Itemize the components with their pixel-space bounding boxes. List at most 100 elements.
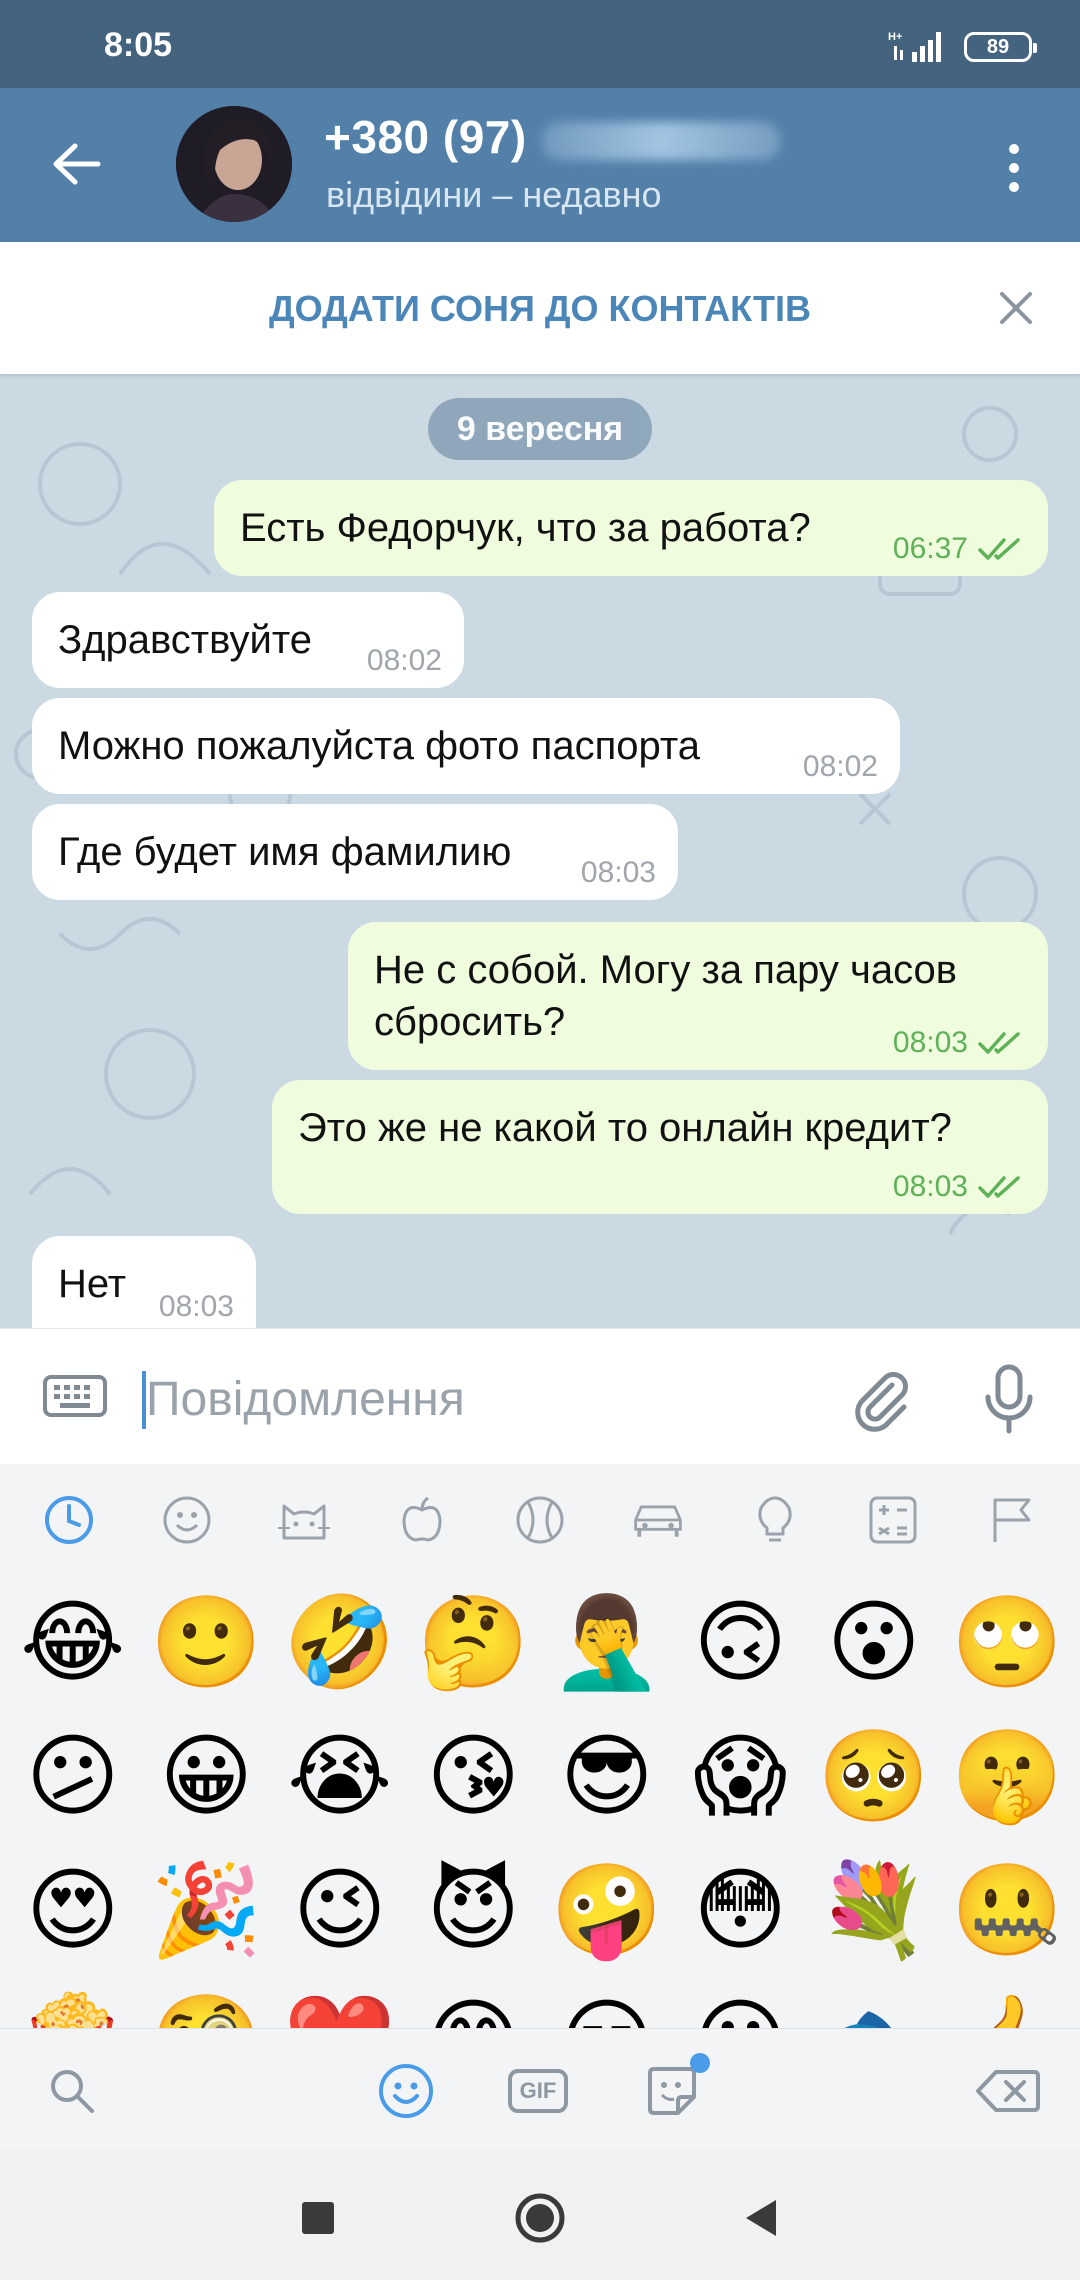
message-input[interactable] — [146, 1365, 826, 1433]
microphone-icon[interactable] — [974, 1363, 1044, 1435]
message-time: 08:03 — [580, 856, 656, 889]
message-bubble-outgoing[interactable]: Это же не какой то онлайн кредит? 08:03 — [272, 1080, 1048, 1214]
emoji-item[interactable]: 🤦‍♂️ — [547, 1593, 667, 1693]
message-meta: 08:03 — [159, 1292, 234, 1322]
emoji-item[interactable]: 💐 — [814, 1861, 934, 1961]
emoji-item[interactable]: 😳 — [680, 1861, 800, 1961]
emoji-item[interactable]: 😀 — [146, 1727, 266, 1827]
emoji-grid: 😂 🙂 🤣 🤔 🤦‍♂️ 🙃 😮 🙄 😕 😀 😭 😘 😎 😱 🥺 🤫 😍 🎉 😉… — [0, 1576, 1080, 2031]
more-menu-button[interactable] — [990, 132, 1038, 204]
emoji-item[interactable]: 🤫 — [947, 1727, 1067, 1827]
emoji-item[interactable]: 🐟 — [814, 1992, 934, 2031]
double-check-icon — [978, 1032, 1020, 1054]
notification-dot — [690, 2053, 710, 2073]
emoji-item[interactable]: 😎 — [547, 1727, 667, 1827]
emoji-item[interactable]: 😊 — [413, 1992, 533, 2031]
keyboard-icon[interactable] — [42, 1369, 108, 1423]
back-button[interactable] — [40, 128, 112, 200]
message-bubble-outgoing[interactable]: Не с собой. Могу за пару часов сбросить?… — [348, 922, 1048, 1070]
emoji-item[interactable]: 😉 — [280, 1861, 400, 1961]
arrow-left-icon — [53, 143, 101, 185]
emoji-tab-icon[interactable] — [374, 2059, 438, 2123]
ball-icon[interactable] — [512, 1492, 568, 1548]
add-contact-button[interactable]: ДОДАТИ СОНЯ ДО КОНТАКТІВ — [0, 288, 1080, 330]
smiley-icon[interactable] — [159, 1492, 215, 1548]
flag-icon[interactable] — [983, 1492, 1039, 1548]
emoji-item[interactable]: 🙄 — [947, 1593, 1067, 1693]
emoji-item[interactable]: 🎉 — [146, 1861, 266, 1961]
peer-phone: +380 (97) — [324, 111, 527, 163]
sticker-icon[interactable] — [640, 2053, 710, 2123]
message-time: 08:03 — [892, 1170, 968, 1203]
emoji-item[interactable]: 😱 — [680, 1727, 800, 1827]
emoji-item[interactable]: 😭 — [280, 1727, 400, 1827]
emoji-row: 🍿 🧐 ❤️ 😊 😏 😶 🐟 👍 — [0, 1978, 1080, 2031]
emoji-item[interactable]: 🤪 — [547, 1861, 667, 1961]
message-time: 06:37 — [892, 532, 968, 565]
emoji-item[interactable]: 🙂 — [146, 1593, 266, 1693]
chat-header: +380 (97) відвідини – недавно — [0, 88, 1080, 242]
message-bubble-outgoing[interactable]: Есть Федорчук, что за работа? 06:37 — [214, 480, 1048, 576]
message-time: 08:03 — [892, 1026, 968, 1059]
recent-icon[interactable] — [41, 1492, 97, 1548]
peer-name[interactable]: +380 (97) — [324, 110, 781, 164]
message-meta: 08:02 — [803, 752, 878, 782]
message-bubble-incoming[interactable]: Можно пожалуйста фото паспорта 08:02 — [32, 698, 900, 794]
emoji-item[interactable]: 🤣 — [280, 1593, 400, 1693]
double-check-icon — [978, 538, 1020, 560]
close-icon[interactable] — [994, 286, 1038, 330]
avatar[interactable] — [176, 106, 292, 222]
emoji-item[interactable]: 😂 — [13, 1593, 133, 1693]
date-separator: 9 вересня — [428, 398, 652, 460]
search-icon[interactable] — [40, 2059, 104, 2123]
emoji-item[interactable]: 😘 — [413, 1727, 533, 1827]
backspace-icon[interactable] — [976, 2059, 1040, 2123]
symbols-icon[interactable] — [865, 1492, 921, 1548]
emoji-row: 😕 😀 😭 😘 😎 😱 🥺 🤫 — [0, 1710, 1080, 1844]
emoji-item[interactable]: 🤐 — [947, 1861, 1067, 1961]
apple-icon[interactable] — [394, 1492, 450, 1548]
paperclip-icon[interactable] — [846, 1365, 916, 1435]
recents-button[interactable] — [290, 2190, 346, 2246]
avatar-image — [176, 106, 292, 222]
message-text: Где будет имя фамилию — [58, 830, 512, 874]
emoji-item[interactable]: 😍 — [13, 1861, 133, 1961]
message-time: 08:02 — [802, 750, 878, 783]
emoji-item[interactable]: 😏 — [547, 1992, 667, 2031]
emoji-item[interactable]: 🤔 — [413, 1593, 533, 1693]
back-nav-button[interactable] — [734, 2190, 790, 2246]
system-nav-bar — [0, 2150, 1080, 2280]
home-button[interactable] — [512, 2190, 568, 2246]
cat-icon[interactable] — [276, 1492, 332, 1548]
emoji-item[interactable]: 🙃 — [680, 1593, 800, 1693]
message-meta: 06:37 — [893, 534, 1026, 564]
message-bubble-incoming[interactable]: Здравствуйте 08:02 — [32, 592, 464, 688]
message-time: 08:03 — [158, 1290, 234, 1323]
battery-indicator: 89 — [964, 32, 1037, 62]
chat-area[interactable]: 9 вересня Есть Федорчук, что за работа? … — [0, 374, 1080, 1328]
signal-icon: H+ — [888, 31, 941, 62]
emoji-item[interactable]: ❤️ — [280, 1992, 400, 2031]
emoji-item[interactable]: 👍 — [947, 1992, 1067, 2031]
emoji-item[interactable]: 🧐 — [146, 1992, 266, 2031]
message-time: 08:02 — [366, 644, 442, 677]
emoji-item[interactable]: 😈 — [413, 1861, 533, 1961]
gif-tab-button[interactable]: GIF — [506, 2059, 570, 2123]
battery-level: 89 — [986, 35, 1010, 58]
emoji-item[interactable]: 🍿 — [13, 1992, 133, 2031]
car-icon[interactable] — [630, 1492, 686, 1548]
message-bubble-incoming[interactable]: Где будет имя фамилию 08:03 — [32, 804, 678, 900]
peer-status: відвідини – недавно — [326, 174, 662, 215]
message-bubble-incoming[interactable]: Нет 08:03 — [32, 1236, 256, 1328]
emoji-category-tabs — [0, 1464, 1080, 1576]
message-meta: 08:03 — [581, 858, 656, 888]
square-icon — [302, 2202, 334, 2234]
status-time: 8:05 — [104, 26, 173, 64]
emoji-panel: 😂 🙂 🤣 🤔 🤦‍♂️ 🙃 😮 🙄 😕 😀 😭 😘 😎 😱 🥺 🤫 😍 🎉 😉… — [0, 1464, 1080, 2150]
emoji-item[interactable]: 😮 — [814, 1593, 934, 1693]
emoji-item[interactable]: 🥺 — [814, 1727, 934, 1827]
emoji-item[interactable]: 😕 — [13, 1727, 133, 1827]
message-meta: 08:03 — [893, 1172, 1026, 1202]
emoji-item[interactable]: 😶 — [680, 1992, 800, 2031]
bulb-icon[interactable] — [747, 1492, 803, 1548]
